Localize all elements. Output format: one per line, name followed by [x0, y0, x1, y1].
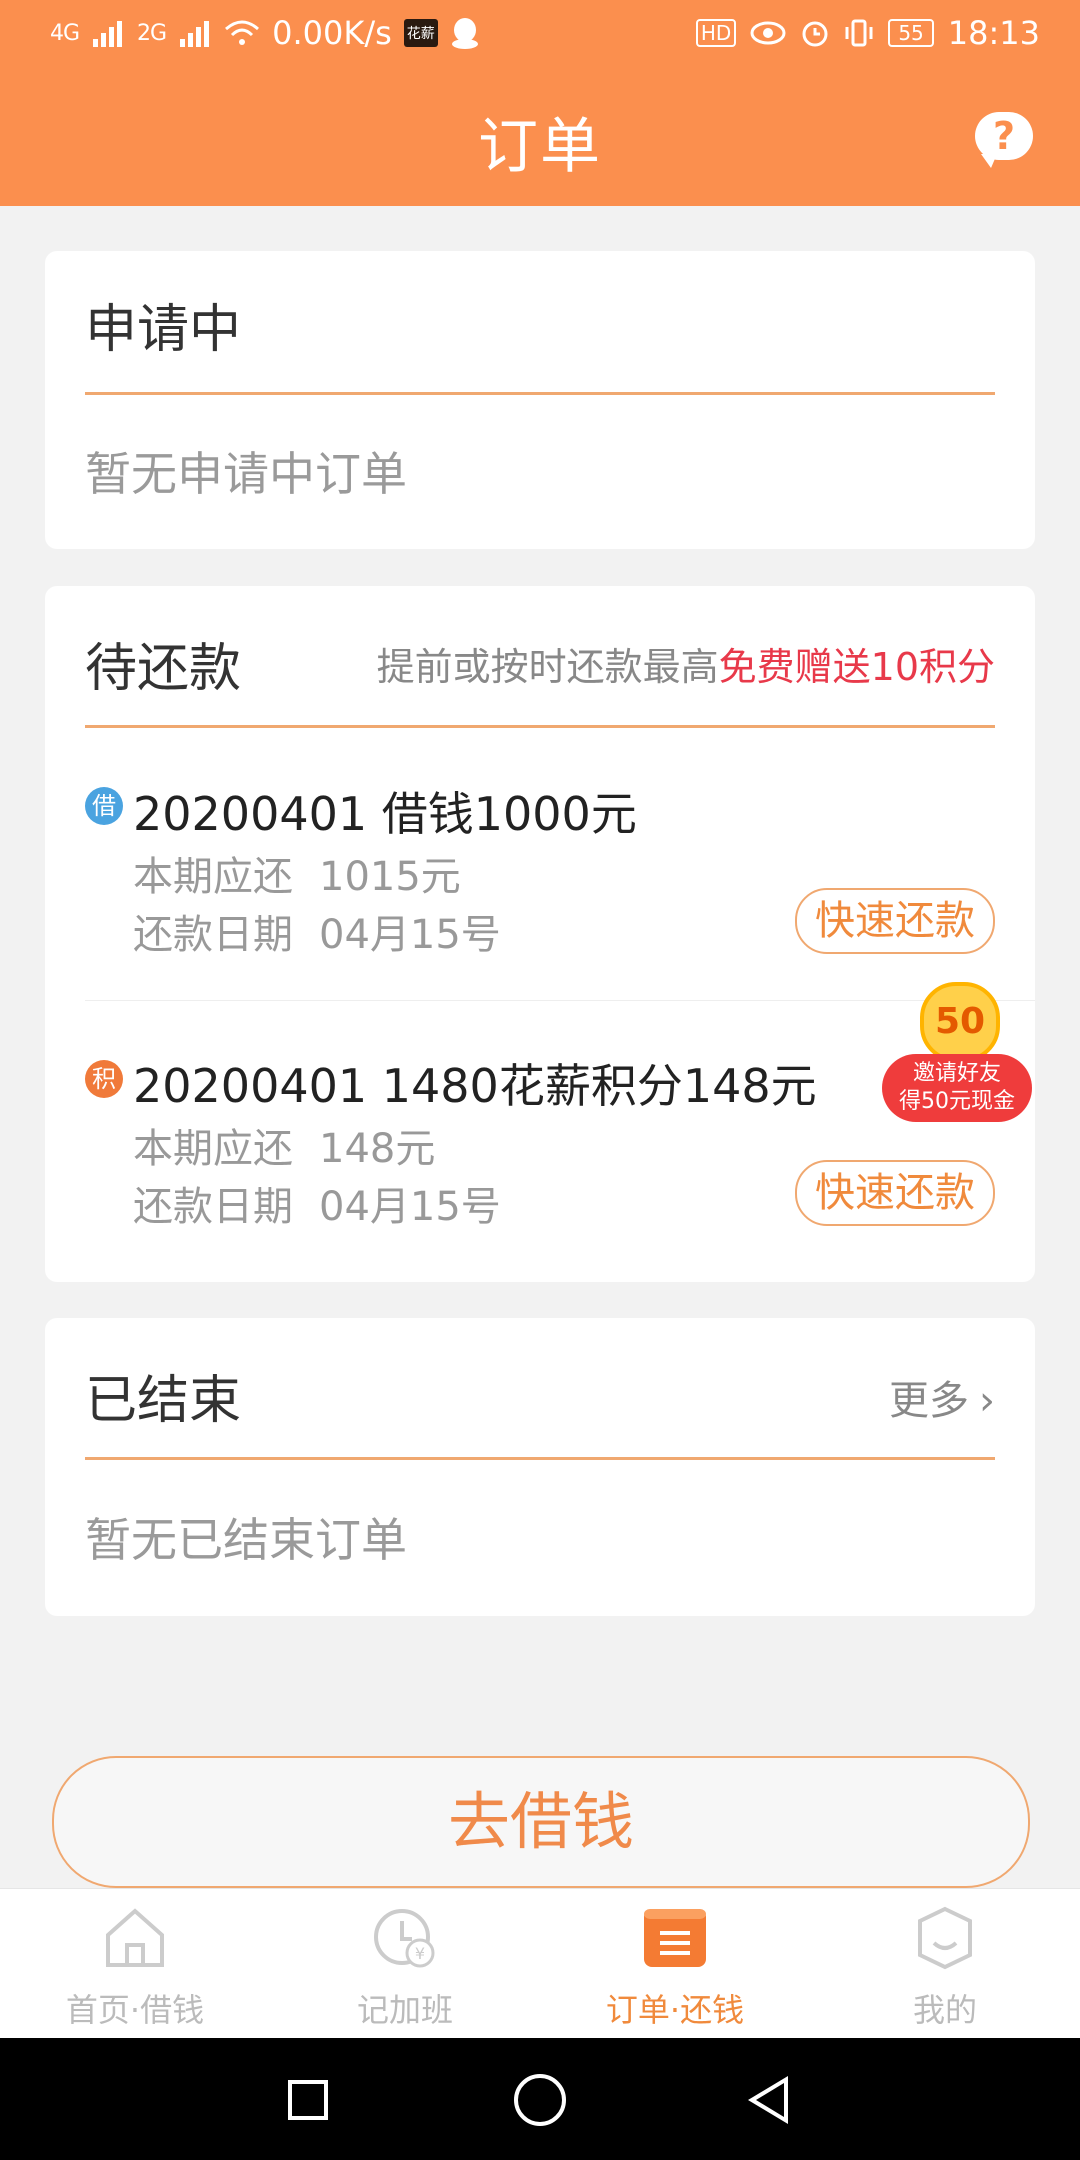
pending-hint-highlight: 免费赠送10积分 [718, 645, 995, 689]
order-due-row: 本期应还 148元 [133, 1116, 435, 1174]
date-label: 还款日期 [133, 912, 293, 958]
quick-repay-button[interactable]: 快速还款 [795, 888, 995, 954]
tab-overtime[interactable]: ¥ 记加班 [270, 1889, 540, 2039]
more-link[interactable]: 更多 › [889, 1368, 995, 1426]
loan-badge-icon: 借 [85, 787, 123, 825]
applying-title: 申请中 [85, 300, 242, 360]
recents-button[interactable] [288, 2080, 328, 2120]
vibrate-icon [845, 19, 873, 47]
tab-orders[interactable]: 订单·还钱 [540, 1889, 810, 2039]
bottom-tab-bar: 首页·借钱 ¥ 记加班 订单·还钱 我的 [0, 1888, 1080, 2039]
home-nav-button[interactable] [514, 2074, 566, 2126]
date-value: 04月15号 [319, 912, 501, 958]
tab-home-label: 首页·借钱 [65, 1991, 205, 2029]
system-nav-bar [0, 2038, 1080, 2160]
eye-icon [750, 21, 786, 45]
go-borrow-button[interactable]: 去借钱 [52, 1756, 1030, 1888]
quick-repay-button[interactable]: 快速还款 [795, 1160, 995, 1226]
clock-time: 18:13 [947, 14, 1040, 52]
pending-title: 待还款 [85, 639, 242, 699]
signal-bars-icon-2 [180, 21, 210, 47]
app-notification-icon: 花薪 [403, 19, 438, 47]
more-label: 更多 [889, 1378, 969, 1424]
order-list-icon [644, 1909, 706, 1967]
order-due-row: 本期应还 1015元 [133, 844, 461, 902]
network-speed: 0.00K/s [272, 14, 392, 52]
pending-divider [85, 725, 995, 728]
page-title: 订单 [478, 112, 602, 182]
finished-card: 已结束 更多 › 暂无已结束订单 [45, 1318, 1035, 1616]
finished-empty-text: 暂无已结束订单 [85, 1513, 407, 1567]
applying-empty-text: 暂无申请中订单 [85, 447, 407, 501]
order-date-row: 还款日期 04月15号 [133, 1174, 501, 1232]
qq-icon [451, 18, 478, 49]
finished-title: 已结束 [85, 1371, 242, 1431]
points-badge-icon: 积 [85, 1060, 123, 1098]
tab-profile-label: 我的 [912, 1991, 977, 2029]
status-bar: 4G 2G 0.00K/s 花薪 HD 55 18:13 [0, 0, 1080, 72]
finished-divider [85, 1457, 995, 1460]
tab-orders-label: 订单·还钱 [605, 1991, 745, 2029]
help-button[interactable]: ? [975, 112, 1033, 168]
svg-text:¥: ¥ [415, 1944, 425, 1963]
home-icon [106, 1908, 164, 1967]
due-value: 148元 [319, 1126, 436, 1172]
chevron-right-icon: › [979, 1378, 995, 1424]
due-label: 本期应还 [133, 854, 293, 900]
profile-face-icon [918, 1906, 972, 1970]
tab-profile[interactable]: 我的 [810, 1889, 1080, 2039]
applying-divider [85, 392, 995, 395]
signal-bars-icon [93, 21, 123, 47]
date-value: 04月15号 [319, 1184, 501, 1230]
pending-hint-prefix: 提前或按时还款最高 [376, 645, 719, 689]
wifi-icon [225, 20, 260, 45]
promo-tag: 邀请好友 得50元现金 [882, 1054, 1032, 1122]
promo-line1: 邀请好友 [912, 1061, 1001, 1086]
top-header: 4G 2G 0.00K/s 花薪 HD 55 18:13 订单 ? [0, 0, 1080, 206]
tab-overtime-label: 记加班 [356, 1991, 453, 2029]
pending-hint: 提前或按时还款最高免费赠送10积分 [377, 636, 995, 691]
order-title: 20200401 1480花薪积分148元 [133, 1059, 817, 1113]
battery-icon: 55 [888, 19, 934, 47]
order-date-row: 还款日期 04月15号 [133, 902, 501, 960]
signal-4g-indicator: 4G [50, 20, 80, 46]
date-label: 还款日期 [133, 1184, 293, 1230]
due-label: 本期应还 [133, 1126, 293, 1172]
tab-home[interactable]: 首页·借钱 [0, 1889, 270, 2039]
alarm-icon [802, 21, 828, 47]
promo-line2: 得50元现金 [899, 1089, 1015, 1114]
hd-indicator: HD [695, 19, 737, 47]
back-button[interactable] [748, 2076, 788, 2124]
clock-yen-icon: ¥ [374, 1909, 435, 1968]
promo-coin-icon: 50 [920, 982, 1000, 1062]
applying-card: 申请中 暂无申请中订单 [45, 251, 1035, 549]
order-title: 20200401 借钱1000元 [133, 787, 637, 841]
due-value: 1015元 [319, 854, 461, 900]
invite-promo-float[interactable]: 50 邀请好友 得50元现金 [882, 974, 1032, 1124]
pending-card: 待还款 提前或按时还款最高免费赠送10积分 借 20200401 借钱1000元… [45, 586, 1035, 1282]
signal-2g-indicator: 2G [137, 20, 167, 46]
